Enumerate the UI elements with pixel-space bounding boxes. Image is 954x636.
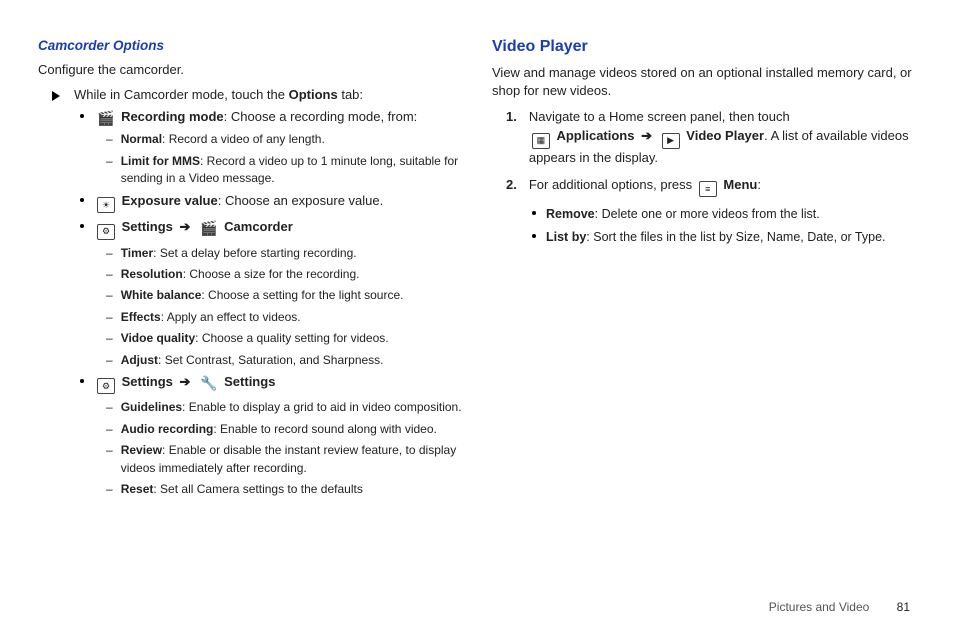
- dash-white-balance: –White balance: Choose a setting for the…: [106, 287, 462, 304]
- dash-audio-recording: –Audio recording: Enable to record sound…: [106, 421, 462, 438]
- dash-limit-mms: –Limit for MMS: Record a video up to 1 m…: [106, 153, 462, 188]
- video-player-icon: ▶: [662, 133, 680, 149]
- dot-bullet-icon: [532, 211, 536, 215]
- heading-video-player: Video Player: [492, 38, 916, 56]
- page: Camcorder Options Configure the camcorde…: [0, 0, 954, 560]
- intro-right: View and manage videos stored on an opti…: [492, 64, 916, 100]
- step-1: 1. Navigate to a Home screen panel, then…: [506, 108, 916, 167]
- footer-section: Pictures and Video: [769, 600, 870, 614]
- dot-bullet-icon: [80, 114, 84, 118]
- bullet-settings-camcorder: ⚙ Settings ➔ 🎬 Camcorder: [80, 218, 462, 240]
- left-column: Camcorder Options Configure the camcorde…: [38, 38, 462, 560]
- intro-left: Configure the camcorder.: [38, 61, 462, 79]
- dash-effects: –Effects: Apply an effect to videos.: [106, 309, 462, 326]
- dot-bullet-icon: [80, 198, 84, 202]
- dash-timer: –Timer: Set a delay before starting reco…: [106, 245, 462, 262]
- exposure-icon: ☀: [97, 197, 115, 213]
- step-row: While in Camcorder mode, touch the Optio…: [52, 87, 462, 102]
- footer-page-number: 81: [897, 600, 910, 614]
- wrench-icon: 🔧: [200, 376, 217, 390]
- dash-review: –Review: Enable or disable the instant r…: [106, 442, 462, 477]
- dot-bullet-icon: [80, 379, 84, 383]
- bullet-remove: Remove: Delete one or more videos from t…: [532, 205, 916, 223]
- bullet-exposure-value: ☀ Exposure value: Choose an exposure val…: [80, 192, 462, 214]
- dash-resolution: –Resolution: Choose a size for the recor…: [106, 266, 462, 283]
- camcorder-icon: 🎬: [200, 221, 217, 235]
- right-column: Video Player View and manage videos stor…: [492, 38, 916, 560]
- step-2: 2. For additional options, press ≡ Menu:: [506, 176, 916, 198]
- gear-icon: ⚙: [97, 378, 115, 394]
- heading-camcorder-options: Camcorder Options: [38, 38, 462, 53]
- camcorder-icon: 🎬: [97, 111, 114, 125]
- bullet-list-by: List by: Sort the files in the list by S…: [532, 228, 916, 246]
- footer: Pictures and Video 81: [769, 600, 910, 614]
- bullet-recording-mode: 🎬 Recording mode: Choose a recording mod…: [80, 108, 462, 126]
- bullet-settings-settings: ⚙ Settings ➔ 🔧 Settings: [80, 373, 462, 395]
- menu-icon: ≡: [699, 181, 717, 197]
- dash-guidelines: –Guidelines: Enable to display a grid to…: [106, 399, 462, 416]
- dash-adjust: –Adjust: Set Contrast, Saturation, and S…: [106, 352, 462, 369]
- dash-normal: –Normal: Record a video of any length.: [106, 131, 462, 148]
- dash-video-quality: –Vidoe quality: Choose a quality setting…: [106, 330, 462, 347]
- dot-bullet-icon: [80, 224, 84, 228]
- dash-reset: –Reset: Set all Camera settings to the d…: [106, 481, 462, 498]
- apps-grid-icon: ▦: [532, 133, 550, 149]
- dot-bullet-icon: [532, 234, 536, 238]
- gear-icon: ⚙: [97, 224, 115, 240]
- triangle-bullet-icon: [52, 91, 60, 101]
- step-text: While in Camcorder mode, touch the Optio…: [74, 87, 363, 102]
